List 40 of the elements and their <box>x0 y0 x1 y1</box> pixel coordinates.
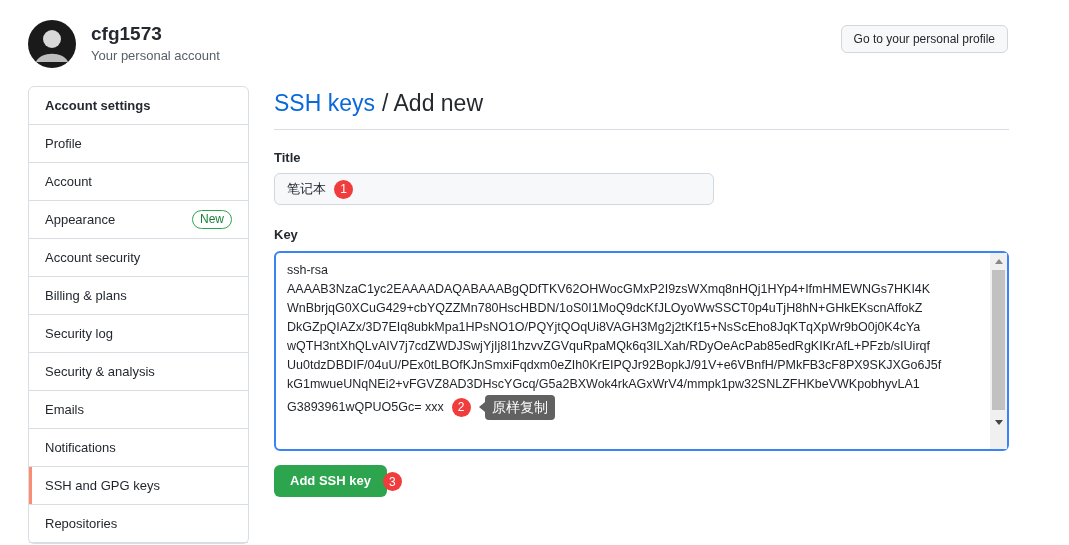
key-text-line: G3893961wQPUO5Gc= xxx <box>287 398 444 416</box>
profile-button[interactable]: Go to your personal profile <box>840 25 1008 53</box>
tooltip: 原样复制 <box>478 394 555 420</box>
avatar <box>28 20 76 68</box>
sidebar-item[interactable]: Profile <box>29 125 248 163</box>
key-text-line: wQTH3ntXhQLvAIV7j7cdZWDJSwjYjIj8I1hzvvZGVquRpaMQk6q3ILXah/RDyOeAcPab85edRgKIKrAfL+PFzb/sIUirqf <box>287 337 931 355</box>
sidebar-item[interactable]: Security log <box>29 315 248 353</box>
tooltip-arrow <box>478 402 485 412</box>
key-field[interactable] <box>274 250 1009 451</box>
scrollbar[interactable] <box>990 252 1007 449</box>
key-text-line: DkGZpQIAZx/3D7EIq8ubkMpa1HPsNO1O/PQYjtQOqUi8VAGH3Mg2j2tKf15+NsScEho8JqKTqXpWr9bO0j0K4cYa <box>287 318 922 336</box>
key-text-line: WnBbrjqG0XCuG429+cbYQZZMn780HscHBDN/1oS0I1MoQ9dcKfJLOyoWwSSCT0p4uTjH8hN+GHkEKscnAffokZ <box>287 299 924 317</box>
key-text-line: kG1mwueUNqNEi2+vFGVZ8AD3DHscYGcq/G5a2BXWok4rkAGxWrV4/mmpk1pw32SNLZFHKbeVWKpobhyvLA1 <box>287 375 921 393</box>
sidebar-item[interactable]: Billing & plans <box>29 277 248 315</box>
number-badge: 2 <box>451 397 471 417</box>
sidebar-heading: Account settings <box>45 96 151 115</box>
title-label: Title <box>274 148 302 167</box>
sidebar-item[interactable]: Security & analysis <box>29 353 248 391</box>
sidebar-item[interactable]: Notifications <box>29 429 248 467</box>
scroll-up-icon[interactable] <box>994 258 1003 264</box>
sidebar-item[interactable]: SSH and GPG keys <box>29 467 248 505</box>
sidebar-item[interactable]: Emails <box>29 391 248 429</box>
key-text-line: ssh-rsa <box>287 261 329 279</box>
key-text-line: AAAAB3NzaC1yc2EAAAADAQABAAABgQDfTKV62OHWocGMxP2I9zsWXmq8nHQj1HYp4+IfmHMEWNGs7HKI4K <box>287 280 932 298</box>
selection-bar <box>29 467 32 504</box>
key-label: Key <box>274 226 299 244</box>
key-text-line: Uu0tdzDBDIF/04uU/PEx0tLBOfKJnSmxiFqdxm0eZIh0KrEIPQJr92BopkJ/91V+e6VBnfH/PMkFB3cF8PX9SKJXGo6J5f <box>287 356 943 374</box>
number-badge: 1 <box>334 179 353 199</box>
sidebar-item[interactable]: Repositories <box>29 505 248 543</box>
page-title: / Add new <box>382 89 483 118</box>
title-value: 笔记本 <box>287 180 326 199</box>
sidebar-item[interactable]: Account <box>29 163 248 201</box>
username: cfg1573 <box>91 22 163 47</box>
sidebar-item[interactable]: Account security <box>29 239 248 277</box>
sidebar-item[interactable]: Appearance New <box>29 201 248 239</box>
title-field[interactable]: 笔记本 1 <box>274 173 714 205</box>
ssh-keys-link[interactable]: SSH keys <box>274 86 375 121</box>
scroll-down-icon[interactable] <box>994 419 1003 425</box>
scrollbar-thumb[interactable] <box>992 269 1005 410</box>
account-subtitle: Your personal account <box>91 47 220 66</box>
